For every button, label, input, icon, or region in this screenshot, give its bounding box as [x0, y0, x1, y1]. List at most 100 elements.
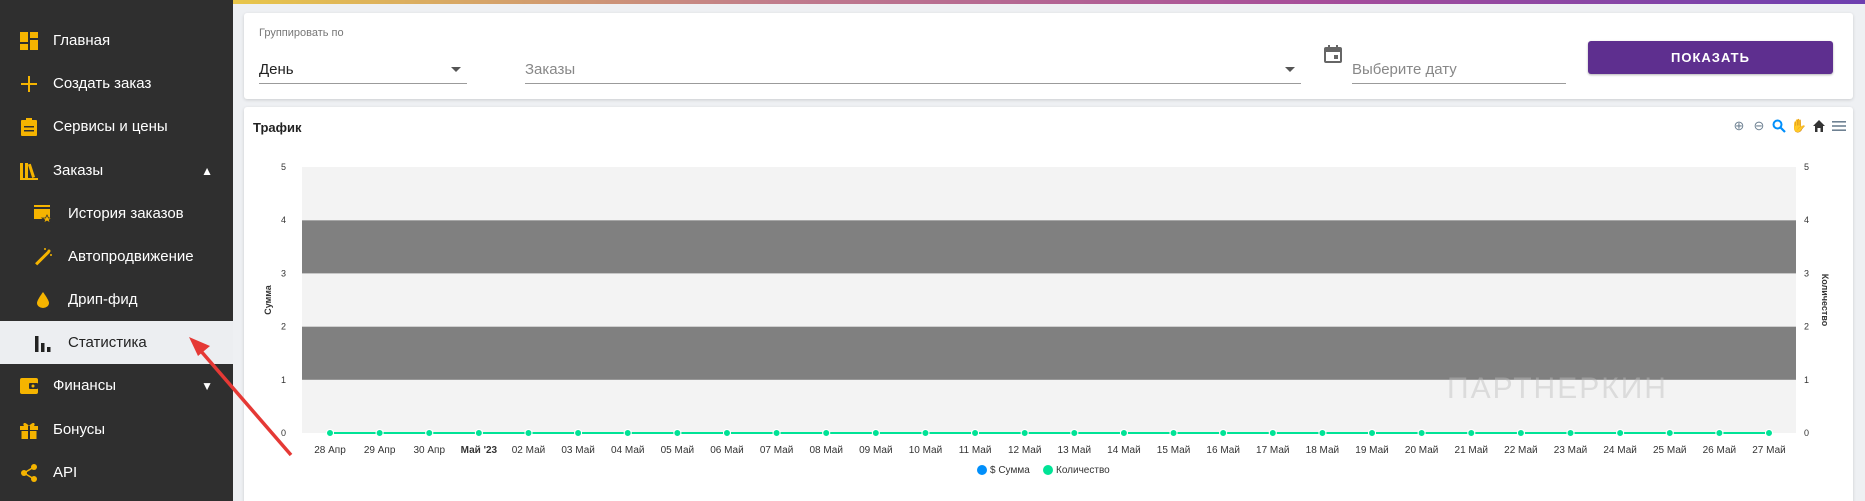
- sidebar-item-label: Заказы: [53, 162, 104, 179]
- x-tick-label: 26 Май: [1703, 445, 1737, 456]
- sidebar-item-label: Создать заказ: [53, 75, 152, 92]
- plus-icon: [19, 74, 39, 94]
- data-point: [1219, 429, 1228, 437]
- chart-panel: Трафик ⊕ ⊖ ✋ 0 0 1 1 2 2 3 3 4 4 5 5 Сумма Количество…: [244, 107, 1853, 501]
- x-tick-label: 14 Май: [1107, 445, 1141, 456]
- data-point: [375, 429, 384, 437]
- x-tick-label: Май '23: [461, 445, 498, 456]
- sidebar-item-label: Главная: [53, 32, 111, 49]
- data-point: [1020, 429, 1029, 437]
- group-by-underline: [259, 83, 467, 84]
- calendar-icon[interactable]: [1324, 45, 1342, 63]
- legend-marker: [977, 465, 987, 475]
- data-point: [673, 429, 682, 437]
- sidebar-item-finance[interactable]: Финансы ▼: [0, 364, 233, 407]
- data-point: [1566, 429, 1575, 437]
- sidebar-item-create-order[interactable]: Создать заказ: [0, 62, 233, 105]
- y-tick-label-left: 4: [281, 215, 286, 225]
- y-tick-label-right: 0: [1804, 428, 1809, 438]
- data-point: [1616, 429, 1625, 437]
- date-picker-input[interactable]: Выберите дату: [1352, 27, 1566, 84]
- x-tick-label: 23 Май: [1554, 445, 1588, 456]
- top-accent-bar: [233, 0, 1865, 4]
- grid-band: [302, 167, 1796, 221]
- sidebar-item-label: API: [53, 464, 78, 481]
- y-tick-label-right: 2: [1804, 322, 1809, 332]
- x-tick-label: 16 Май: [1206, 445, 1240, 456]
- y-axis-title-left: Сумма: [263, 284, 273, 315]
- date-placeholder: Выберите дату: [1352, 61, 1457, 78]
- data-point: [1715, 429, 1724, 437]
- y-tick-label-left: 5: [281, 162, 286, 172]
- sidebar-item-bonuses[interactable]: Бонусы: [0, 408, 233, 451]
- sidebar-item-label: Сервисы и цены: [53, 118, 168, 135]
- data-point: [1070, 429, 1079, 437]
- x-tick-label: 11 Май: [959, 445, 992, 456]
- sidebar-item-statistics[interactable]: Статистика: [0, 321, 233, 364]
- sidebar-item-api[interactable]: API: [0, 451, 233, 494]
- x-tick-label: 12 Май: [1008, 445, 1042, 456]
- x-tick-label: 13 Май: [1058, 445, 1092, 456]
- y-tick-label-left: 0: [281, 428, 286, 438]
- orders-placeholder: Заказы: [525, 61, 576, 78]
- sidebar-item-home[interactable]: Главная: [0, 19, 233, 62]
- x-tick-label: 10 Май: [909, 445, 943, 456]
- data-point: [1368, 429, 1377, 437]
- x-tick-label: 25 Май: [1653, 445, 1687, 456]
- drop-icon: [33, 290, 53, 310]
- data-point: [425, 429, 434, 437]
- legend-marker: [1043, 465, 1053, 475]
- clipboard-icon: [19, 117, 39, 137]
- data-point: [1417, 429, 1426, 437]
- sidebar-item-label: История заказов: [68, 205, 184, 222]
- order-history-icon: [33, 204, 53, 224]
- legend-label: $ Сумма: [990, 465, 1030, 476]
- legend-label: Количество: [1056, 465, 1110, 476]
- chevron-down-icon: [451, 67, 461, 72]
- data-point: [722, 429, 731, 437]
- magic-wand-icon: [33, 247, 53, 267]
- group-by-label: Группировать по: [259, 27, 344, 39]
- x-tick-label: 24 Май: [1603, 445, 1637, 456]
- data-point: [326, 429, 334, 437]
- data-point: [524, 429, 533, 437]
- x-tick-label: 18 Май: [1306, 445, 1340, 456]
- date-underline: [1352, 83, 1566, 84]
- data-point: [1169, 429, 1178, 437]
- data-point: [1467, 429, 1476, 437]
- x-tick-label: 05 Май: [661, 445, 695, 456]
- grid-band: [302, 220, 1796, 274]
- chevron-down-icon: [1285, 67, 1295, 72]
- data-point: [1318, 429, 1327, 437]
- y-tick-label-left: 2: [281, 322, 286, 332]
- filter-panel: Группировать по День Заказы Выберите дат…: [244, 13, 1853, 99]
- grid-band: [302, 273, 1796, 327]
- show-button[interactable]: ПОКАЗАТЬ: [1588, 41, 1833, 74]
- bar-chart-icon: [33, 333, 53, 353]
- wallet-icon: [19, 376, 39, 396]
- sidebar-item-autopromotion[interactable]: Автопродвижение: [0, 235, 233, 278]
- x-tick-label: 02 Май: [512, 445, 546, 456]
- y-tick-label-right: 1: [1804, 375, 1809, 385]
- data-point: [871, 429, 880, 437]
- x-tick-label: 07 Май: [760, 445, 794, 456]
- data-point: [574, 429, 583, 437]
- x-tick-label: 15 Май: [1157, 445, 1191, 456]
- x-tick-label: 17 Май: [1256, 445, 1290, 456]
- x-tick-label: 03 Май: [561, 445, 595, 456]
- y-tick-label-right: 5: [1804, 162, 1809, 172]
- sidebar-item-orders[interactable]: Заказы ▲: [0, 149, 233, 192]
- x-tick-label: 06 Май: [710, 445, 744, 456]
- sidebar-item-services[interactable]: Сервисы и цены: [0, 105, 233, 148]
- data-point: [1765, 429, 1773, 437]
- orders-select[interactable]: Заказы: [525, 27, 1301, 84]
- group-by-select[interactable]: Группировать по День: [259, 27, 467, 84]
- x-tick-label: 21 Май: [1455, 445, 1489, 456]
- sidebar-item-order-history[interactable]: История заказов: [0, 192, 233, 235]
- sidebar: Главная Создать заказ Сервисы и цены Зак…: [0, 0, 233, 501]
- data-point: [623, 429, 632, 437]
- x-tick-label: 19 Май: [1355, 445, 1389, 456]
- x-tick-label: 30 Апр: [413, 445, 445, 456]
- sidebar-item-drip-feed[interactable]: Дрип-фид: [0, 278, 233, 321]
- x-tick-label: 28 Апр: [314, 445, 346, 456]
